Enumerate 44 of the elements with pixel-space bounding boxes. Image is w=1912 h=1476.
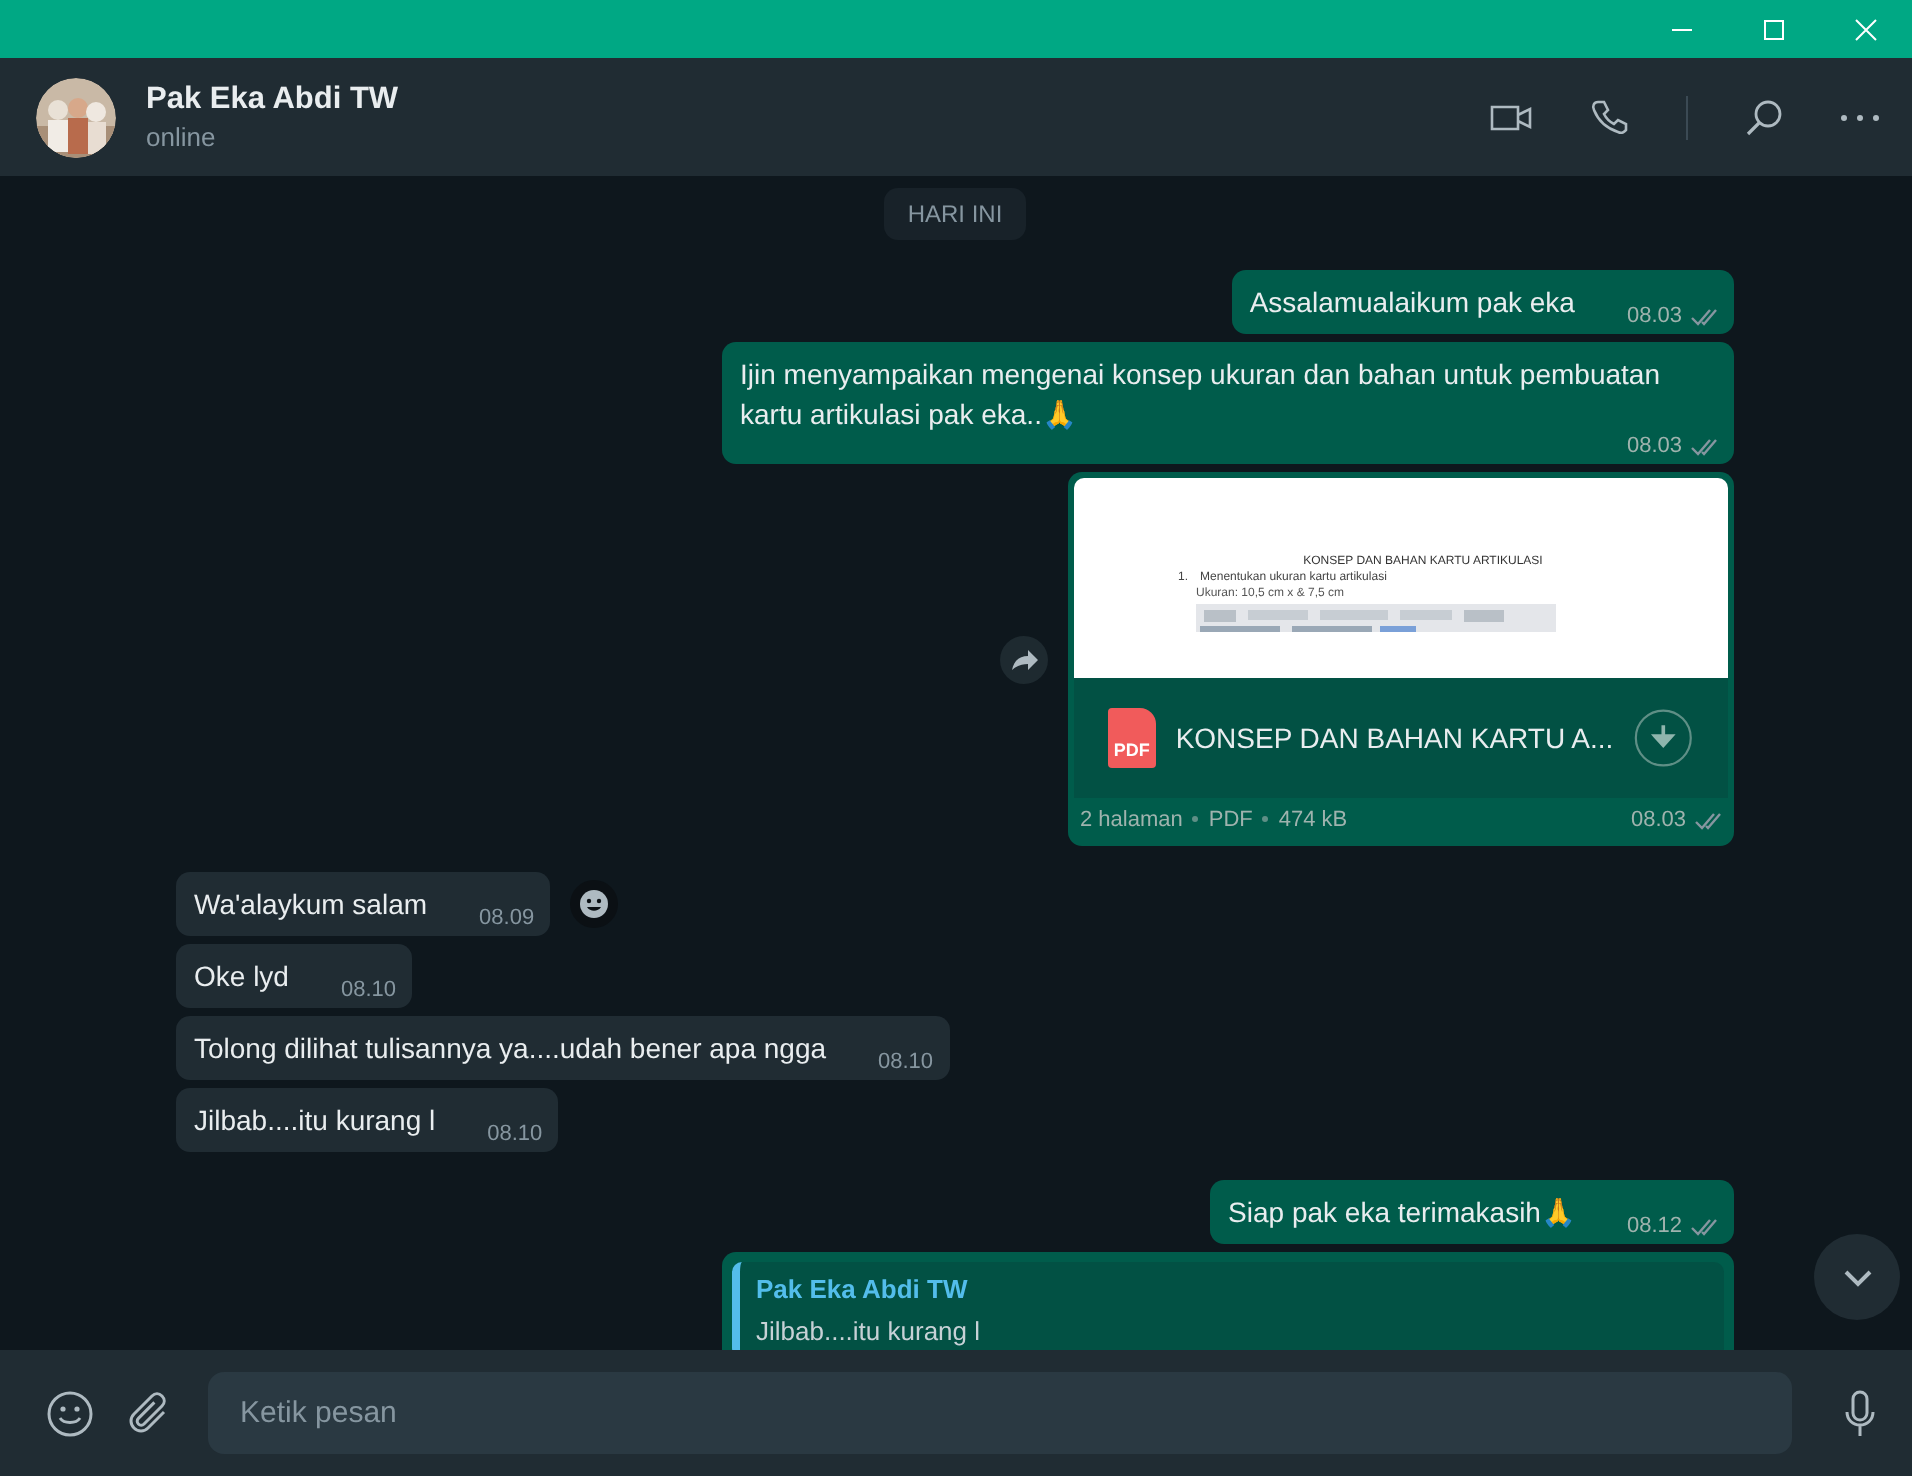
contact-status: online — [146, 122, 218, 152]
file-size: 474 kB — [1278, 807, 1348, 831]
message-time: 08.03 — [1626, 434, 1682, 458]
message-time: 08.12 — [1626, 1214, 1682, 1238]
quote-author: Pak Eka Abdi TW — [756, 1274, 970, 1304]
quote-text: Jilbab....itu kurang l — [756, 1316, 983, 1346]
page-count: 2 halaman — [1080, 807, 1183, 831]
message-text: Oke lyd — [194, 958, 289, 996]
paperclip-icon[interactable] — [126, 1389, 170, 1437]
message-time: 08.10 — [878, 1050, 934, 1074]
maximize-icon — [1762, 17, 1786, 41]
download-icon[interactable] — [1633, 706, 1692, 770]
phone-call-icon[interactable] — [1590, 97, 1630, 137]
file-name: KONSEP DAN BAHAN KARTU A... — [1175, 722, 1614, 754]
forward-icon[interactable] — [1000, 635, 1048, 683]
message-time: 08.10 — [340, 978, 396, 1002]
double-check-icon — [1694, 809, 1722, 829]
message-time: 08.09 — [479, 906, 535, 930]
video-call-icon[interactable] — [1490, 103, 1534, 131]
message-text: Tolong dilihat tulisannya ya....udah bener apa ngga — [194, 1030, 827, 1068]
message-text: Assalamualaikum pak eka — [1249, 284, 1575, 322]
emoji-reaction-icon[interactable] — [570, 880, 619, 928]
scroll-down-button[interactable] — [1814, 1234, 1900, 1320]
message-text: Ijin menyampaikan mengenai konsep ukuran dan bahan untuk pembuatan kartu artikulasi pak eka..🙏 — [740, 356, 1662, 434]
emoji-icon[interactable] — [46, 1389, 94, 1437]
close-icon — [1854, 17, 1878, 41]
message-text: Jilbab....itu kurang l — [194, 1102, 436, 1140]
search-icon[interactable] — [1744, 97, 1784, 137]
message-time: 08.03 — [1626, 304, 1682, 328]
contact-name: Pak Eka Abdi TW — [146, 82, 399, 118]
date-chip: HARI INI — [883, 188, 1027, 240]
microphone-icon[interactable] — [1844, 1389, 1876, 1437]
message-text: Wa'alaykum salam — [194, 886, 428, 924]
message-time: 08.10 — [487, 1122, 543, 1146]
message-text: Siap pak eka terimakasih🙏 — [1228, 1194, 1575, 1232]
more-options-icon[interactable] — [1840, 113, 1880, 121]
double-check-icon — [1690, 436, 1718, 456]
message-time: 08.03 — [1630, 807, 1686, 831]
file-type: PDF — [1208, 807, 1253, 831]
pdf-file-icon: PDF — [1108, 708, 1156, 768]
chevron-down-icon — [1841, 1267, 1873, 1287]
message-input-field[interactable]: Ketik pesan — [208, 1372, 1792, 1454]
double-check-icon — [1690, 1216, 1718, 1236]
double-check-icon — [1690, 306, 1718, 326]
